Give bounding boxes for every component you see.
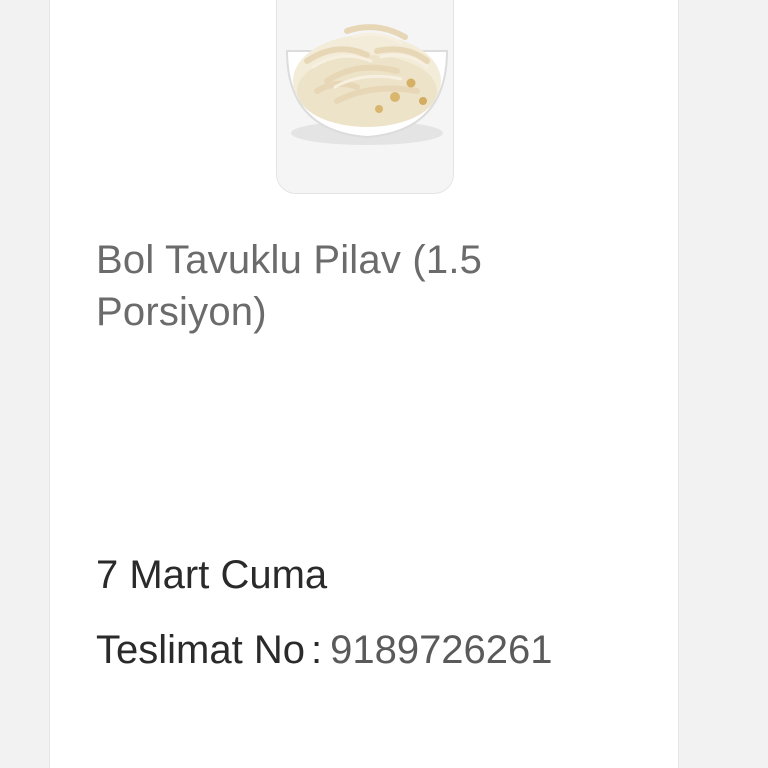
order-date: 7 Mart Cuma <box>96 553 328 597</box>
delivery-number-row: Teslimat No:9189726261 <box>96 625 553 675</box>
order-card: Bol Tavuklu Pilav (1.5 Porsiyon) 7 Mart … <box>50 0 678 768</box>
product-name: Bol Tavuklu Pilav (1.5 Porsiyon) <box>96 238 483 334</box>
delivery-number: 9189726261 <box>330 628 553 672</box>
chicken-rice-bowl-icon <box>277 0 453 193</box>
order-detail-page: Bol Tavuklu Pilav (1.5 Porsiyon) 7 Mart … <box>0 0 768 768</box>
product-image[interactable] <box>276 0 454 194</box>
delivery-separator: : <box>310 628 323 672</box>
delivery-label: Teslimat No <box>96 628 305 672</box>
